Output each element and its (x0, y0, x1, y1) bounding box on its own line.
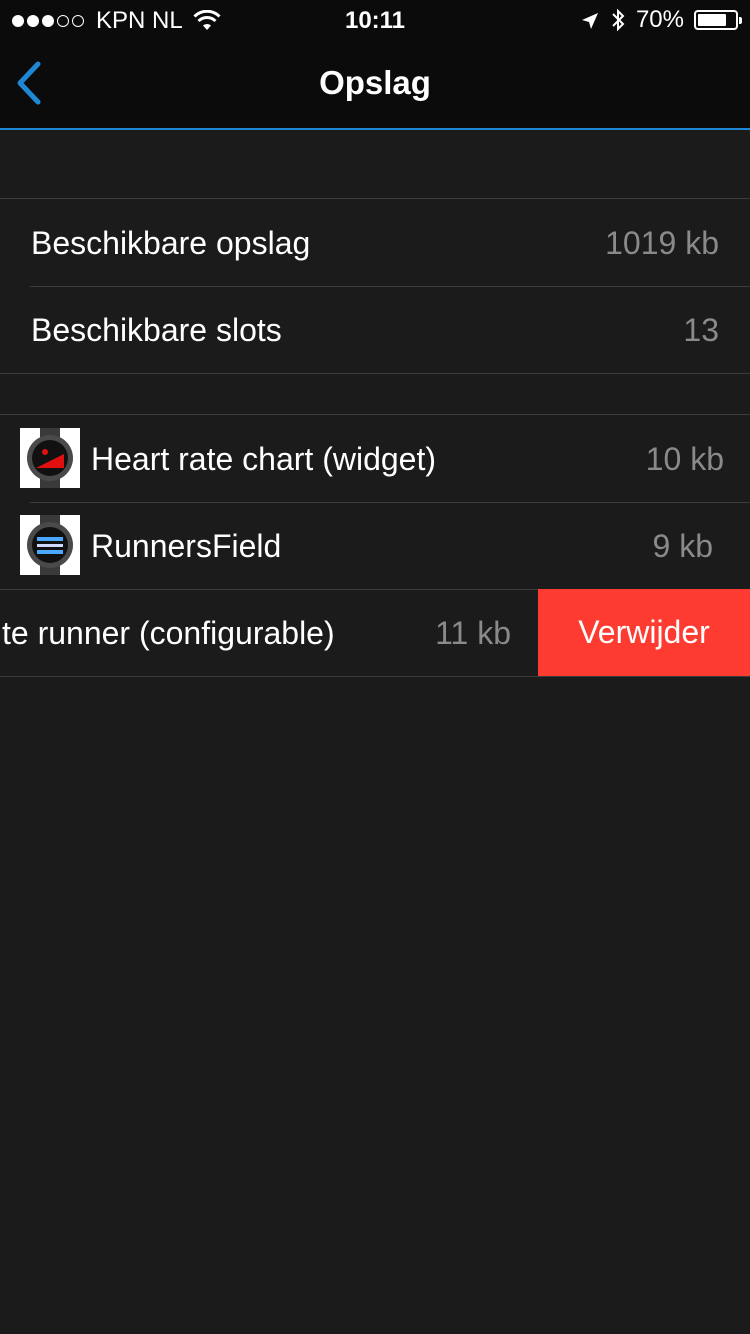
app-size: 9 kb (652, 528, 713, 564)
status-bar: KPN NL 10:11 70% (0, 0, 750, 40)
battery-percentage: 70% (635, 6, 684, 33)
bluetooth-icon (610, 8, 626, 32)
delete-button[interactable]: Verwijder (538, 589, 750, 676)
watch-icon (20, 515, 80, 575)
navigation-bar: Opslag (0, 40, 750, 130)
signal-strength-icon (12, 15, 84, 27)
storage-row-available-slots: Beschikbare slots 13 (0, 286, 750, 373)
app-size: 10 kb (645, 441, 724, 477)
app-size: 11 kb (435, 615, 511, 651)
status-right: 70% (580, 6, 742, 34)
app-row-heart-rate-chart[interactable]: Heart rate chart (widget) 10 kb (0, 415, 750, 502)
app-name: RunnersField (91, 528, 282, 564)
slots-value: 13 (683, 312, 719, 348)
app-name: te runner (configurable) (2, 615, 335, 651)
battery-icon (694, 10, 742, 30)
storage-label: Beschikbare opslag (31, 225, 311, 261)
slots-label: Beschikbare slots (31, 312, 282, 348)
apps-section: Heart rate chart (widget) 10 kb RunnersF… (0, 414, 750, 677)
app-row-runnersfield[interactable]: RunnersField 9 kb (0, 502, 750, 589)
app-name: Heart rate chart (widget) (91, 441, 437, 477)
status-left: KPN NL (12, 7, 221, 35)
page-title: Opslag (319, 64, 431, 101)
storage-section: Beschikbare opslag 1019 kb Beschikbare s… (0, 198, 750, 374)
watch-icon (20, 428, 80, 488)
wifi-icon (193, 9, 221, 32)
location-arrow-icon (580, 10, 600, 30)
app-row-swiped[interactable]: te runner (configurable) 11 kb Verwijder (0, 589, 750, 676)
carrier-name: KPN NL (96, 7, 183, 34)
screen: KPN NL 10:11 70% Opslag Beschikbare opsl… (0, 0, 750, 1334)
storage-row-available-storage: Beschikbare opslag 1019 kb (0, 199, 750, 286)
storage-value: 1019 kb (605, 225, 719, 261)
